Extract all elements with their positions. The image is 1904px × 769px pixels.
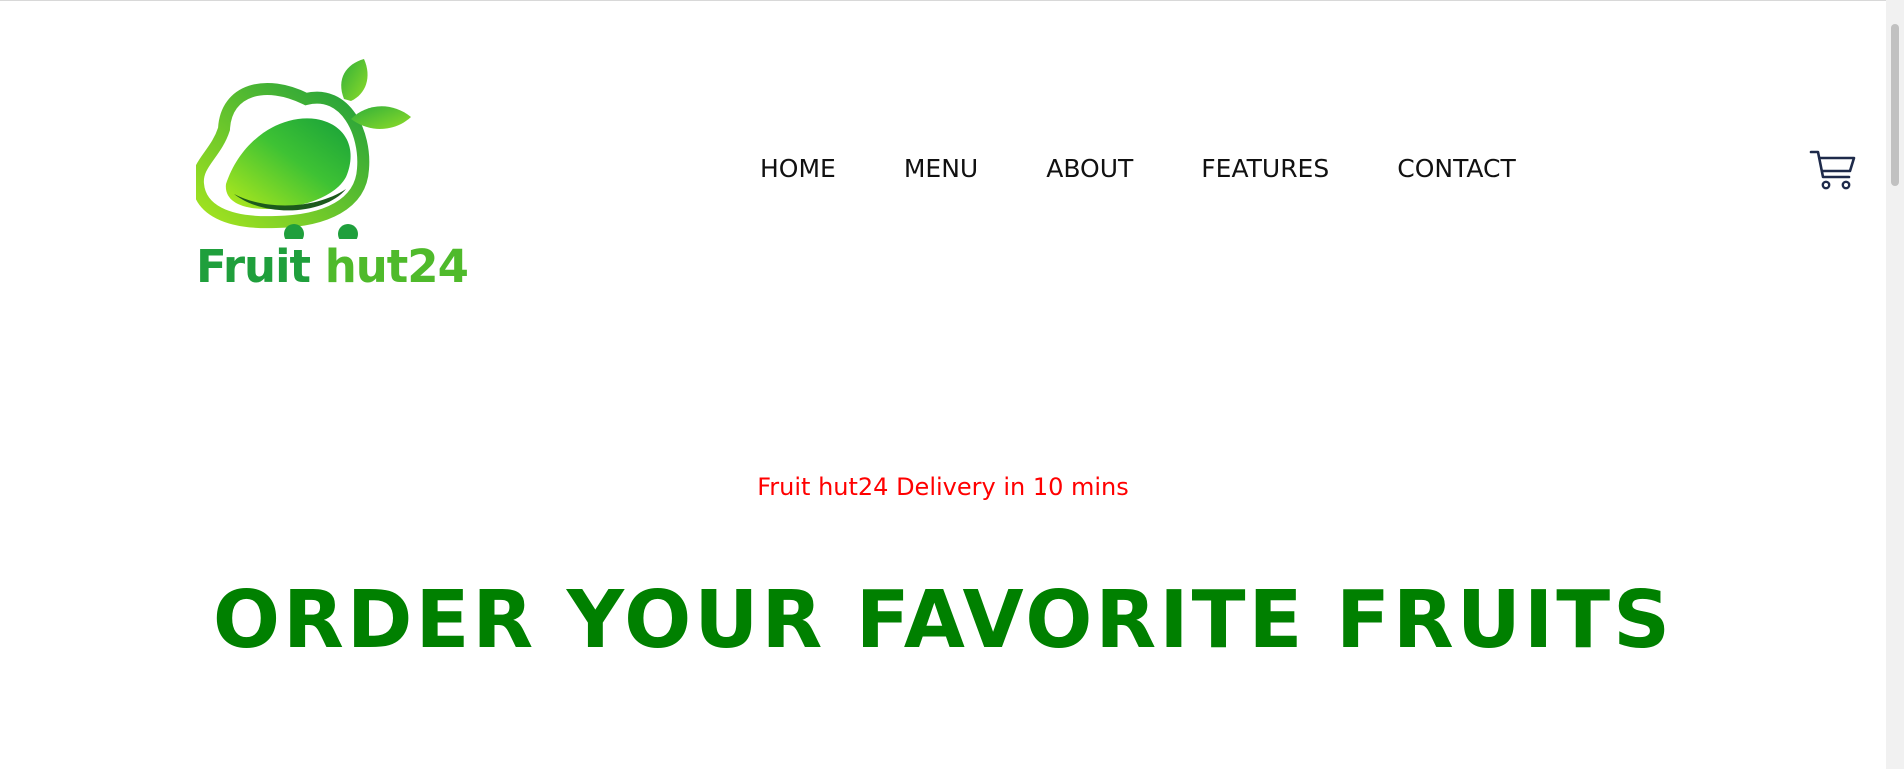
nav-item-features[interactable]: FEATURES	[1201, 151, 1329, 187]
hero-heading: ORDER YOUR FAVORITE FRUITS	[212, 574, 1674, 666]
nav-item-contact[interactable]: CONTACT	[1397, 151, 1516, 187]
main-nav: HOME MENU ABOUT FEATURES CONTACT	[760, 151, 1516, 187]
cart-button[interactable]	[1809, 149, 1857, 191]
nav-item-about[interactable]: ABOUT	[1046, 151, 1133, 187]
brand-word-1: Fruit	[196, 240, 311, 293]
nav-item-home[interactable]: HOME	[760, 151, 836, 187]
cart-icon	[1809, 150, 1856, 190]
brand-wordmark: Fruit hut24	[196, 244, 469, 289]
vertical-scrollbar[interactable]	[1886, 0, 1904, 769]
nav-item-menu[interactable]: MENU	[904, 151, 978, 187]
brand-word-2: hut24	[324, 240, 469, 293]
scrollbar-thumb[interactable]	[1891, 24, 1899, 186]
delivery-tagline: Fruit hut24 Delivery in 10 mins	[757, 473, 1129, 501]
mango-cart-icon	[196, 59, 411, 239]
brand-logo[interactable]: Fruit hut24	[196, 59, 469, 295]
page: Fruit hut24 HOME MENU ABOUT FEATURES CON…	[0, 1, 1886, 769]
